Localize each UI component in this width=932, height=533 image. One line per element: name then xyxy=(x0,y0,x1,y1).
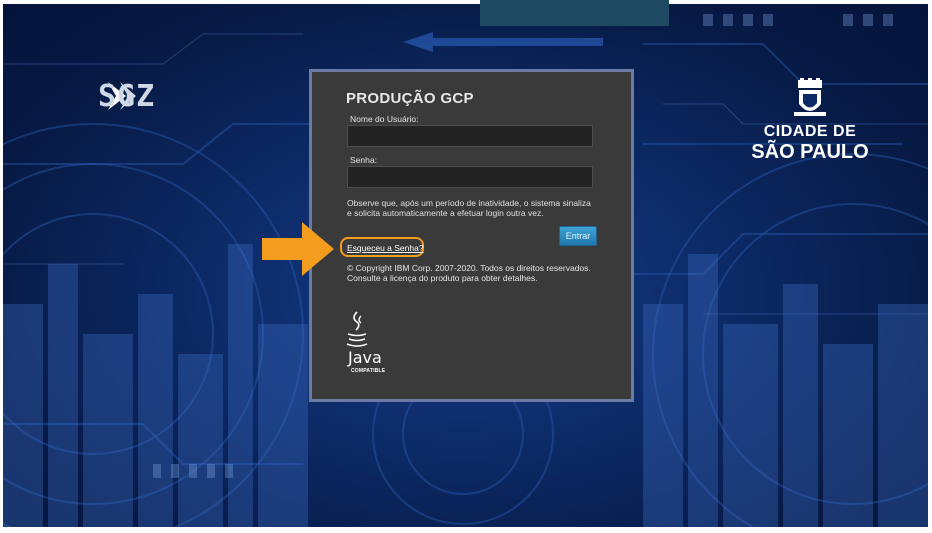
username-input[interactable] xyxy=(347,125,593,147)
city-logo: CIDADE DE SÃO PAULO xyxy=(748,78,872,162)
username-label: Nome do Usuário: xyxy=(350,114,419,124)
copyright-line1: © Copyright IBM Corp. 2007-2020. Todos o… xyxy=(347,263,591,273)
sgz-logo-text: SGZ xyxy=(98,79,156,114)
city-name-line2: SÃO PAULO xyxy=(751,141,869,163)
forgot-password-link[interactable]: Esqueceu a Senha? xyxy=(347,243,424,253)
java-logo-text: Java xyxy=(348,348,382,367)
login-button[interactable]: Entrar xyxy=(559,226,597,246)
inactivity-notice: Observe que, após um período de inativid… xyxy=(347,198,591,218)
pointer-arrow-icon xyxy=(262,222,334,276)
java-compatible-text: COMPATIBLE xyxy=(351,368,386,374)
login-title: PRODUÇÃO GCP xyxy=(346,90,474,107)
java-cup-icon xyxy=(346,311,368,347)
login-panel: PRODUÇÃO GCP Nome do Usuário: Senha: Obs… xyxy=(309,69,634,402)
city-emblem-icon xyxy=(794,78,826,116)
password-label: Senha: xyxy=(350,155,377,165)
city-name-line1: CIDADE DE xyxy=(763,123,857,140)
password-input[interactable] xyxy=(347,166,593,188)
top-bar-strip xyxy=(480,0,669,26)
copyright-line2: Consulte a licença do produto para obter… xyxy=(347,273,538,283)
copyright-notice: © Copyright IBM Corp. 2007-2020. Todos o… xyxy=(347,263,607,283)
